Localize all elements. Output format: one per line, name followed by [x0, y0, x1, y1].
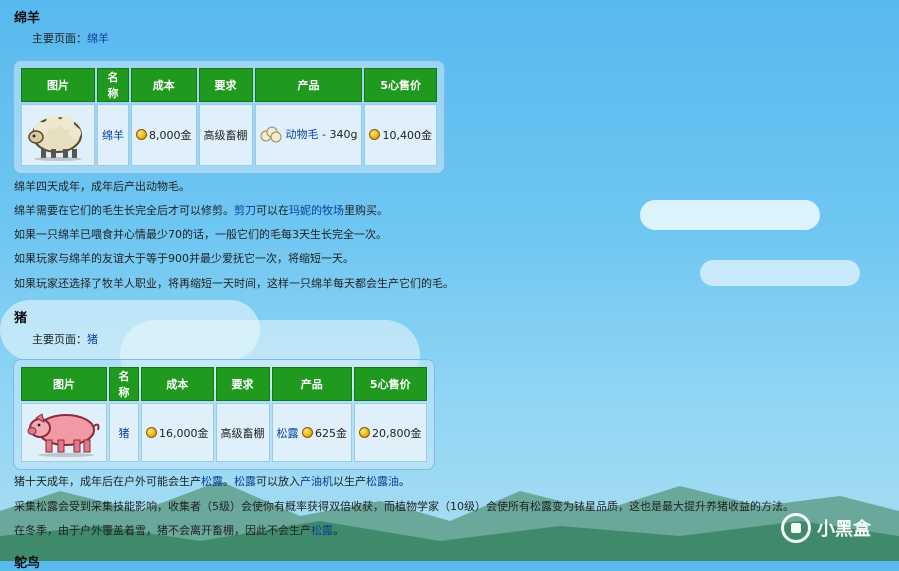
sheep-cost-cell: 8,000金 [131, 104, 197, 166]
header-product: 产品 [271, 367, 352, 401]
section-title-ostrich: 鸵鸟 [14, 556, 41, 571]
shears-link[interactable]: 剪刀 [234, 204, 256, 217]
sheep-product-cell: 动物毛 - 340g [254, 104, 363, 166]
gold-coin-icon [146, 426, 157, 438]
sheep-info-box: 图片 名称 成本 要求 产品 5心售价 绵羊 8,000金 高级畜棚 动物毛 -… [13, 60, 445, 174]
sheep-sprite-icon[interactable] [27, 107, 89, 161]
sheep-paragraph-2: 绵羊需要在它们的毛生长完全后才可以修剪。剪刀可以在玛妮的牧场里购买。 [14, 202, 388, 218]
pig-paragraph-1: 猪十天成年，成年后在户外可能会生产松露。松露可以放入产油机以生产松露油。 [14, 473, 410, 489]
header-name: 名称 [97, 68, 129, 102]
pig-name-cell: 猪 [109, 403, 139, 462]
gold-coin-icon [359, 426, 370, 438]
header-product: 产品 [254, 68, 363, 102]
oil-maker-link[interactable]: 产油机 [300, 475, 333, 488]
main-page-label: 主要页面： [32, 333, 87, 346]
pig-sell-price: 20,800金 [372, 426, 422, 440]
text-span: 在冬季，由于户外覆盖着雪，猪不会离开畜棚，因此不会生产 [14, 524, 311, 537]
pig-info-box: 图片 名称 成本 要求 产品 5心售价 猪 16,000金 高级畜棚 松露 62… [13, 359, 435, 470]
pig-cost-cell: 16,000金 [141, 403, 214, 462]
sheep-image-cell [21, 104, 95, 166]
sheep-name-cell: 绵羊 [97, 104, 129, 166]
xiaoheihe-logo-icon [781, 513, 811, 543]
sheep-paragraph-1: 绵羊四天成年，成年后产出动物毛。 [14, 180, 190, 193]
wool-price: - 340g [322, 128, 358, 141]
sheep-paragraph-3: 如果一只绵羊已喂食并心情最少70的话，一般它们的毛每3天生长完全一次。 [14, 228, 387, 241]
main-page-label: 主要页面： [32, 32, 87, 45]
table-row: 猪 16,000金 高级畜棚 松露 625金 20,800金 [21, 403, 427, 462]
header-cost: 成本 [141, 367, 214, 401]
text-span: 可以在 [256, 204, 289, 217]
text-span: 里购买。 [344, 204, 388, 217]
text-span: 猪十天成年，成年后在户外可能会生产 [14, 475, 201, 488]
table-row: 绵羊 8,000金 高级畜棚 动物毛 - 340g 10,400金 [21, 104, 437, 166]
pig-sprite-icon[interactable] [26, 404, 102, 458]
sheep-paragraph-5: 如果玩家还选择了牧羊人职业，将再缩短一天时间，这样一只绵羊每天都会生产它们的毛。 [14, 277, 454, 290]
pig-paragraph-2: 采集松露会受到采集技能影响，收集者（5级）会使你有概率获得双倍收获，而植物学家（… [14, 500, 794, 513]
pig-paragraph-3: 在冬季，由于户外覆盖着雪，猪不会离开畜棚，因此不会生产松露。 [14, 522, 344, 538]
header-sell-price: 5心售价 [364, 68, 437, 102]
header-requirement: 要求 [215, 367, 270, 401]
main-page-line-pig: 主要页面：猪 [32, 331, 98, 347]
header-requirement: 要求 [198, 68, 253, 102]
gold-coin-icon [136, 129, 147, 140]
wool-link[interactable]: 动物毛 [286, 128, 319, 141]
pig-requirement-cell: 高级畜棚 [215, 403, 270, 462]
header-name: 名称 [109, 367, 139, 401]
sheep-sell-cell: 10,400金 [364, 104, 437, 166]
marnie-ranch-link[interactable]: 玛妮的牧场 [289, 204, 344, 217]
truffle-oil-link[interactable]: 松露油 [366, 475, 399, 488]
text-span: 。 [399, 475, 410, 488]
pig-cost: 16,000金 [159, 426, 209, 440]
table-header-row: 图片 名称 成本 要求 产品 5心售价 [21, 68, 437, 102]
pig-image-cell [21, 403, 107, 462]
text-span: 。 [223, 475, 234, 488]
sheep-paragraph-4: 如果玩家与绵羊的友谊大于等于900并最少爱抚它一次，将缩短一天。 [14, 252, 354, 265]
header-image: 图片 [21, 68, 95, 102]
pig-name-link[interactable]: 猪 [119, 427, 130, 440]
pig-requirement: 高级畜棚 [220, 426, 265, 440]
text-span: 可以放入 [256, 475, 300, 488]
truffle-link[interactable]: 松露 [234, 475, 256, 488]
header-sell-price: 5心售价 [354, 367, 427, 401]
sheep-requirement-cell: 高级畜棚 [198, 104, 253, 166]
main-page-link-sheep[interactable]: 绵羊 [87, 32, 109, 45]
watermark-text: 小黑盒 [817, 519, 871, 540]
truffle-link[interactable]: 松露 [201, 475, 223, 488]
text-span: 以生产 [333, 475, 366, 488]
gold-coin-icon [302, 426, 313, 438]
sheep-name-link[interactable]: 绵羊 [102, 129, 124, 142]
sheep-cost: 8,000金 [149, 129, 192, 142]
sheep-sell-price: 10,400金 [382, 129, 432, 142]
section-title-pig: 猪 [14, 311, 28, 326]
header-cost: 成本 [131, 68, 197, 102]
wool-icon [260, 126, 281, 143]
pig-table: 图片 名称 成本 要求 产品 5心售价 猪 16,000金 高级畜棚 松露 62… [19, 365, 429, 464]
pig-product-cell: 松露 625金 [271, 403, 352, 462]
section-title-sheep: 绵羊 [14, 11, 41, 26]
gold-coin-icon [369, 129, 381, 140]
table-header-row: 图片 名称 成本 要求 产品 5心售价 [21, 367, 427, 401]
text-span: 。 [333, 524, 344, 537]
sheep-requirement: 高级畜棚 [203, 129, 248, 142]
watermark: 小黑盒 [781, 513, 871, 543]
sheep-table: 图片 名称 成本 要求 产品 5心售价 绵羊 8,000金 高级畜棚 动物毛 -… [19, 66, 439, 168]
truffle-link[interactable]: 松露 [277, 427, 299, 440]
truffle-link[interactable]: 松露 [311, 524, 333, 537]
header-image: 图片 [21, 367, 107, 401]
main-page-line-sheep: 主要页面：绵羊 [32, 30, 109, 46]
page-content: 绵羊 主要页面：绵羊 图片 名称 成本 要求 产品 5心售价 绵羊 8,000金… [0, 0, 899, 571]
truffle-price: 625金 [315, 426, 347, 440]
text-span: 绵羊需要在它们的毛生长完全后才可以修剪。 [14, 204, 234, 217]
main-page-link-pig[interactable]: 猪 [87, 333, 98, 346]
pig-sell-cell: 20,800金 [354, 403, 427, 462]
